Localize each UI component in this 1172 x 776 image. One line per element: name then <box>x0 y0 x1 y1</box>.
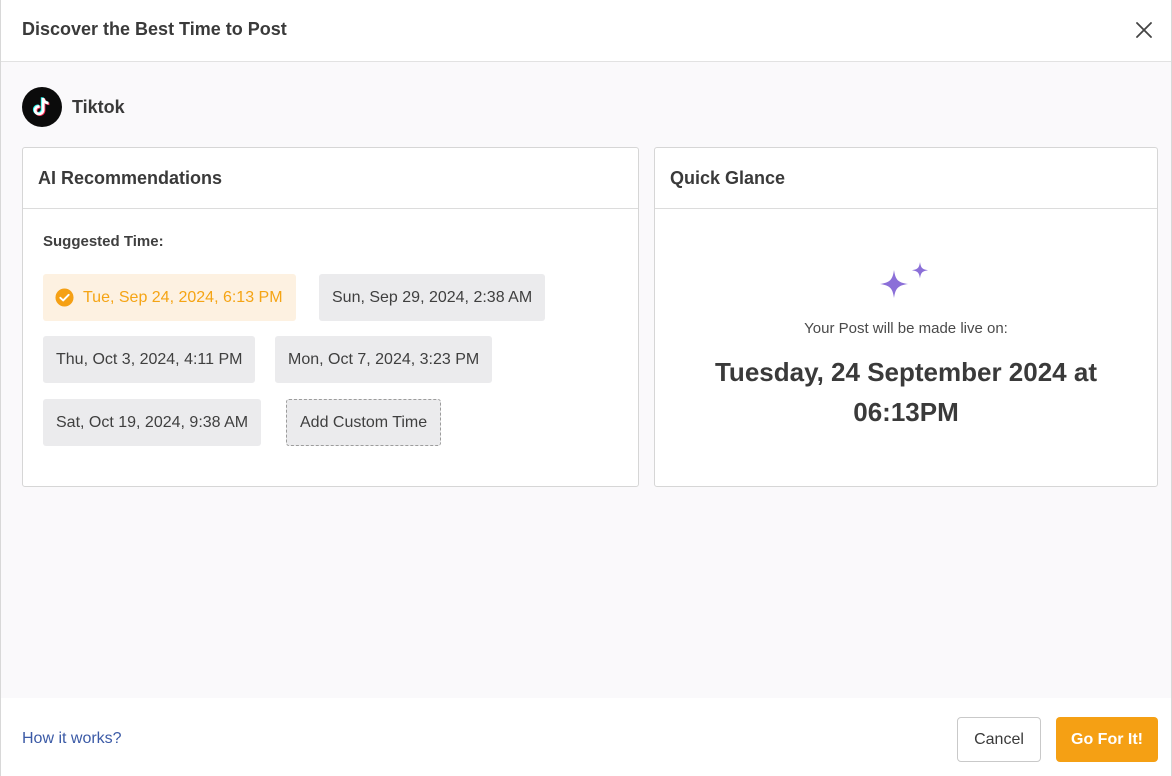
time-option-1[interactable]: Tue, Sep 24, 2024, 6:13 PM <box>43 274 296 321</box>
dialog-header: Discover the Best Time to Post <box>1 0 1171 62</box>
dialog-title: Discover the Best Time to Post <box>22 19 287 39</box>
time-option-label: Sun, Sep 29, 2024, 2:38 AM <box>332 289 533 306</box>
time-option-label: Thu, Oct 3, 2024, 4:11 PM <box>56 351 243 368</box>
ai-recommendations-card: AI Recommendations Suggested Time: Tue, … <box>22 147 639 487</box>
how-it-works-link[interactable]: How it works? <box>22 730 122 748</box>
platform-row: Tiktok <box>22 87 125 127</box>
best-time-dialog: Discover the Best Time to Post Tiktok AI… <box>0 0 1172 776</box>
time-option-5[interactable]: Sat, Oct 19, 2024, 9:38 AM <box>43 399 262 446</box>
time-option-label: Mon, Oct 7, 2024, 3:23 PM <box>288 351 480 368</box>
platform-name: Tiktok <box>72 96 125 117</box>
time-option-4[interactable]: Mon, Oct 7, 2024, 3:23 PM <box>275 336 493 383</box>
check-circle-icon <box>55 288 74 307</box>
close-button[interactable] <box>1133 19 1155 41</box>
quick-glance-card: Quick Glance Your Post will be made live… <box>654 147 1158 487</box>
dialog-footer: How it works? Cancel Go For It! <box>1 698 1171 776</box>
cancel-button[interactable]: Cancel <box>957 717 1041 762</box>
close-icon <box>1136 22 1152 38</box>
tiktok-icon <box>22 87 62 127</box>
time-option-label: Sat, Oct 19, 2024, 9:38 AM <box>56 414 249 431</box>
time-option-3[interactable]: Thu, Oct 3, 2024, 4:11 PM <box>43 336 256 383</box>
add-custom-time-button[interactable]: Add Custom Time <box>286 399 442 446</box>
time-option-2[interactable]: Sun, Sep 29, 2024, 2:38 AM <box>319 274 546 321</box>
time-option-label: Tue, Sep 24, 2024, 6:13 PM <box>83 289 283 306</box>
ai-recommendations-heading: AI Recommendations <box>23 148 638 209</box>
sparkle-icon <box>880 262 928 298</box>
quick-glance-heading: Quick Glance <box>655 148 1157 209</box>
live-date: Tuesday, 24 September 2024 at 06:13PM <box>714 357 1097 427</box>
go-for-it-button[interactable]: Go For It! <box>1056 717 1158 762</box>
add-custom-time-label: Add Custom Time <box>300 414 428 431</box>
live-on-label: Your Post will be made live on: <box>804 320 1008 337</box>
suggested-time-label: Suggested Time: <box>43 233 164 250</box>
